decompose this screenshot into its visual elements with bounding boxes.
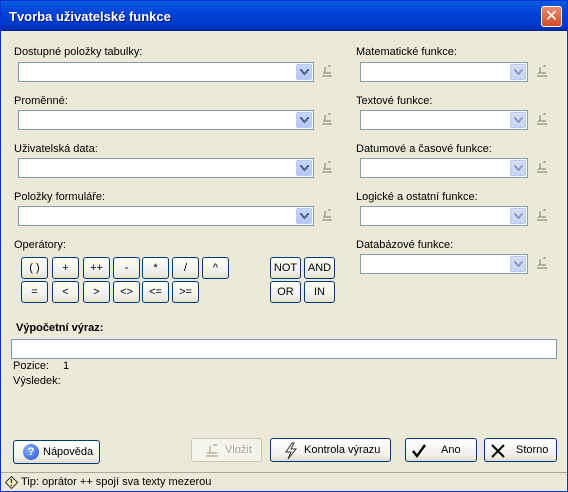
op-and-button[interactable]: AND — [304, 257, 335, 279]
op-or-button[interactable]: OR — [270, 281, 301, 303]
variables-combo[interactable] — [18, 110, 314, 130]
op-divide-button[interactable]: / — [172, 257, 199, 279]
label-variables: Proměnné: — [14, 95, 68, 107]
op-greater-equal-button[interactable]: >= — [172, 281, 199, 303]
check-icon — [283, 442, 299, 463]
label-table-items: Dostupné položky tabulky: — [14, 46, 143, 58]
title-bar: Tvorba uživatelské funkce ✕ — [1, 1, 567, 31]
form-items-combo[interactable] — [18, 206, 314, 226]
op-less-button[interactable]: < — [52, 281, 79, 303]
math-functions-combo[interactable] — [360, 62, 528, 82]
table-items-combo[interactable] — [18, 62, 314, 82]
chevron-down-icon[interactable] — [296, 112, 312, 128]
op-parentheses-button[interactable]: ( ) — [21, 257, 48, 279]
user-data-combo[interactable] — [18, 158, 314, 178]
status-bar: Tip: oprátor ++ spojí sva texty mezerou — [1, 472, 567, 491]
logical-functions-combo[interactable] — [360, 206, 528, 226]
cancel-button[interactable]: Storno — [484, 438, 557, 462]
insert-icon[interactable] — [319, 207, 335, 223]
op-not-button[interactable]: NOT — [270, 257, 301, 279]
insert-icon[interactable] — [534, 159, 550, 175]
op-concat-button[interactable]: ++ — [83, 257, 110, 279]
database-functions-combo[interactable] — [360, 254, 528, 274]
check-expression-button[interactable]: Kontrola výrazu — [270, 438, 391, 462]
chevron-down-icon[interactable] — [296, 160, 312, 176]
label-database-functions: Databázové funkce: — [356, 239, 454, 251]
op-minus-button[interactable]: - — [113, 257, 140, 279]
chevron-down-icon[interactable] — [510, 256, 526, 272]
position-value: 1 — [63, 360, 70, 372]
chevron-down-icon[interactable] — [510, 64, 526, 80]
cancel-x-icon — [490, 443, 506, 462]
insert-icon[interactable] — [319, 63, 335, 79]
datetime-functions-combo[interactable] — [360, 158, 528, 178]
chevron-down-icon[interactable] — [510, 208, 526, 224]
ok-check-icon — [411, 443, 427, 462]
help-button-label: Nápověda — [43, 446, 94, 458]
insert-icon[interactable] — [534, 111, 550, 127]
text-functions-combo[interactable] — [360, 110, 528, 130]
label-operators: Operátory: — [14, 239, 66, 251]
tip-text: Tip: oprátor ++ spojí sva texty mezerou — [21, 476, 212, 488]
chevron-down-icon[interactable] — [296, 64, 312, 80]
chevron-down-icon[interactable] — [510, 160, 526, 176]
expression-input[interactable] — [11, 339, 557, 359]
position-label: Pozice: — [13, 360, 50, 372]
insert-icon[interactable] — [534, 255, 550, 271]
tip-icon — [4, 475, 19, 492]
expression-label: Výpočetní výraz: — [16, 322, 104, 334]
label-form-items: Položky formuláře: — [14, 191, 106, 203]
op-equal-button[interactable]: = — [21, 281, 48, 303]
help-icon: ? — [23, 444, 39, 460]
insert-button[interactable]: Vložit — [191, 438, 262, 462]
insert-button-label: Vložit — [225, 444, 252, 456]
close-button[interactable]: ✕ — [541, 6, 562, 27]
window-title: Tvorba uživatelské funkce — [9, 9, 171, 24]
op-less-equal-button[interactable]: <= — [142, 281, 169, 303]
op-greater-button[interactable]: > — [83, 281, 110, 303]
label-math-functions: Matematické funkce: — [356, 46, 457, 58]
insert-icon[interactable] — [534, 63, 550, 79]
result-label: Výsledek: — [13, 375, 61, 387]
check-button-label: Kontrola výrazu — [304, 444, 381, 456]
chevron-down-icon[interactable] — [296, 208, 312, 224]
op-plus-button[interactable]: + — [52, 257, 79, 279]
ok-button[interactable]: Ano — [405, 438, 477, 462]
chevron-down-icon[interactable] — [510, 112, 526, 128]
op-not-equal-button[interactable]: <> — [113, 281, 140, 303]
label-text-functions: Textové funkce: — [356, 95, 433, 107]
insert-icon[interactable] — [319, 111, 335, 127]
ok-button-label: Ano — [441, 444, 461, 456]
insert-icon — [204, 443, 220, 462]
op-in-button[interactable]: IN — [304, 281, 335, 303]
label-logical-functions: Logické a ostatní funkce: — [356, 191, 478, 203]
cancel-button-label: Storno — [516, 444, 549, 456]
dialog-window: Tvorba uživatelské funkce ✕ Dostupné pol… — [0, 0, 568, 492]
label-user-data: Uživatelská data: — [14, 143, 98, 155]
insert-icon[interactable] — [319, 159, 335, 175]
label-datetime-functions: Datumové a časové funkce: — [356, 143, 492, 155]
insert-icon[interactable] — [534, 207, 550, 223]
help-button[interactable]: ? Nápověda — [13, 440, 100, 464]
op-power-button[interactable]: ^ — [202, 257, 229, 279]
op-multiply-button[interactable]: * — [142, 257, 169, 279]
